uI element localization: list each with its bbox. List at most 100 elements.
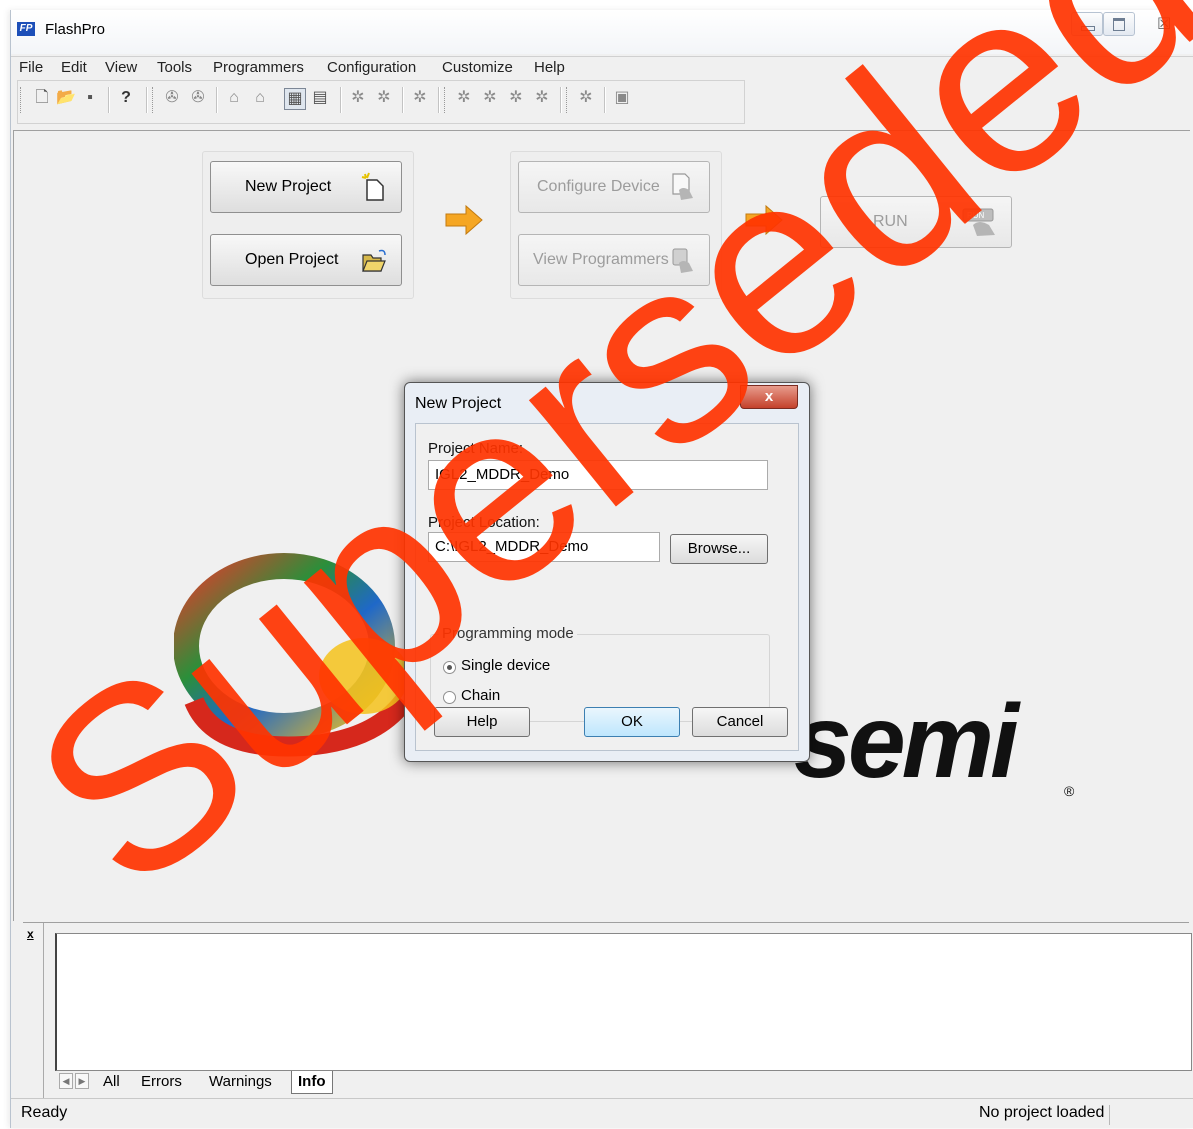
logo-wordmark: semi xyxy=(794,684,1019,800)
view-programmers-button[interactable]: View Programmers xyxy=(518,234,710,286)
abc-programmer-icon[interactable]: ⌂ xyxy=(250,88,270,108)
menu-help[interactable]: Help xyxy=(534,59,565,76)
tab-errors[interactable]: Errors xyxy=(135,1071,188,1093)
device-icon[interactable]: ✲ xyxy=(348,88,368,108)
toolbar-grip[interactable] xyxy=(566,87,570,113)
open-project-label: Open Project xyxy=(245,251,339,268)
programming-mode-label: Programming mode xyxy=(439,625,577,642)
toolbar-separator xyxy=(402,87,403,113)
title-bar: FP FlashPro ☒ xyxy=(11,10,1193,54)
status-separator xyxy=(1109,1105,1110,1125)
list-view-icon[interactable]: ▤ xyxy=(310,88,330,108)
program-action-icon[interactable]: ✲ xyxy=(506,88,526,108)
program-action-icon[interactable]: ✲ xyxy=(532,88,552,108)
tab-info[interactable]: Info xyxy=(291,1071,333,1094)
report-icon[interactable]: ▣ xyxy=(612,88,632,108)
add-device-icon[interactable]: ✲ xyxy=(576,88,596,108)
chain-radio[interactable] xyxy=(443,691,456,704)
new-file-icon[interactable]: 🗋 xyxy=(32,88,52,108)
new-project-dialog: New Project x Project Name: IGL2_MDDR_De… xyxy=(404,382,810,762)
toolbar: 🗋 📂 ▪ ? ✇ ✇ ⌂ ⌂ ▦ ▤ ✲ ✲ ✲ ✲ ✲ ✲ ✲ ✲ ▣ xyxy=(17,80,745,124)
tab-scroll-left-icon[interactable]: ◀ xyxy=(59,1073,73,1089)
project-name-label: Project Name: xyxy=(428,440,524,457)
menu-file[interactable]: File xyxy=(19,59,43,76)
menu-view[interactable]: View xyxy=(105,59,137,76)
toolbar-separator xyxy=(340,87,341,113)
menu-edit[interactable]: Edit xyxy=(61,59,87,76)
abc-programmer-icon[interactable]: ⌂ xyxy=(224,88,244,108)
toolbar-grip[interactable] xyxy=(444,87,448,113)
single-device-label: Single device xyxy=(461,657,551,674)
cancel-button[interactable]: Cancel xyxy=(692,707,788,737)
toolbar-grip[interactable] xyxy=(20,87,24,113)
project-location-input[interactable]: C:\IGL2_MDDR_Demo xyxy=(428,532,660,562)
tab-warnings[interactable]: Warnings xyxy=(203,1071,278,1093)
toolbar-separator xyxy=(216,87,217,113)
ok-button[interactable]: OK xyxy=(584,707,680,737)
configure-device-button[interactable]: Configure Device xyxy=(518,161,710,213)
configure-device-label: Configure Device xyxy=(537,178,660,195)
toolbar-grip[interactable] xyxy=(152,87,156,113)
minimize-button[interactable] xyxy=(1071,12,1103,36)
menu-programmers[interactable]: Programmers xyxy=(213,59,304,76)
tab-all[interactable]: All xyxy=(97,1071,126,1093)
toolbar-separator xyxy=(146,87,147,113)
new-project-label: New Project xyxy=(245,178,332,195)
dialog-close-button[interactable]: x xyxy=(740,385,798,409)
open-folder-icon[interactable]: 📂 xyxy=(56,88,76,108)
program-action-icon[interactable]: ✲ xyxy=(454,88,474,108)
browse-button[interactable]: Browse... xyxy=(670,534,768,564)
help-button[interactable]: Help xyxy=(434,707,530,737)
project-location-label: Project Location: xyxy=(428,514,540,531)
programmer-icon[interactable]: ✇ xyxy=(162,88,182,108)
run-label: RUN xyxy=(873,213,908,230)
toolbar-separator xyxy=(108,87,109,113)
maximize-button[interactable] xyxy=(1103,12,1135,36)
new-project-button[interactable]: New Project xyxy=(210,161,402,213)
toolbar-separator xyxy=(604,87,605,113)
open-folder-icon xyxy=(362,249,386,272)
logo-registered-mark: ® xyxy=(1064,783,1075,799)
menu-customize[interactable]: Customize xyxy=(442,59,513,76)
log-pane: x ◀ ▶ All Errors Warnings Info xyxy=(23,922,1192,1099)
workflow-arrow-icon xyxy=(445,204,483,236)
view-programmers-icon xyxy=(672,248,693,273)
tab-scroll-right-icon[interactable]: ▶ xyxy=(75,1073,89,1089)
run-button[interactable]: RUN RUN xyxy=(820,196,1012,248)
dialog-title: New Project xyxy=(415,395,502,412)
help-icon[interactable]: ? xyxy=(116,88,136,108)
workflow-arrow-icon xyxy=(745,204,783,236)
project-name-input[interactable]: IGL2_MDDR_Demo xyxy=(428,460,768,490)
device-icon[interactable]: ✲ xyxy=(374,88,394,108)
menu-bar: File Edit View Tools Programmers Configu… xyxy=(11,56,1193,79)
microsemi-logo xyxy=(174,553,412,757)
chain-label: Chain xyxy=(461,687,501,704)
new-document-icon xyxy=(361,172,384,201)
dialog-body: Project Name: IGL2_MDDR_Demo Project Loc… xyxy=(415,423,799,751)
status-project: No project loaded xyxy=(979,1104,1105,1121)
configure-device-icon xyxy=(672,173,693,200)
log-output[interactable] xyxy=(55,933,1192,1071)
save-icon[interactable]: ▪ xyxy=(80,88,100,108)
single-device-radio[interactable] xyxy=(443,661,456,674)
flashpro-app-icon: FP xyxy=(17,22,35,36)
programmer-icon[interactable]: ✇ xyxy=(188,88,208,108)
log-tabs: ◀ ▶ All Errors Warnings Info xyxy=(53,1069,1189,1097)
view-programmers-label: View Programmers xyxy=(533,251,669,268)
log-side-bar: x xyxy=(23,923,44,1098)
toolbar-separator xyxy=(560,87,561,113)
close-window-button[interactable]: ☒ xyxy=(1157,14,1171,34)
status-bar: Ready No project loaded xyxy=(11,1098,1193,1129)
window-title: FlashPro xyxy=(45,21,106,38)
grid-view-icon[interactable]: ▦ xyxy=(284,88,306,110)
toolbar-separator xyxy=(438,87,439,113)
run-icon[interactable]: ✲ xyxy=(410,88,430,108)
run-icon: RUN xyxy=(962,208,995,236)
run-icon-text: RUN xyxy=(967,211,985,220)
status-ready: Ready xyxy=(21,1104,68,1121)
log-close-button[interactable]: x xyxy=(27,927,34,941)
menu-tools[interactable]: Tools xyxy=(157,59,192,76)
program-action-icon[interactable]: ✲ xyxy=(480,88,500,108)
menu-configuration[interactable]: Configuration xyxy=(327,59,416,76)
open-project-button[interactable]: Open Project xyxy=(210,234,402,286)
